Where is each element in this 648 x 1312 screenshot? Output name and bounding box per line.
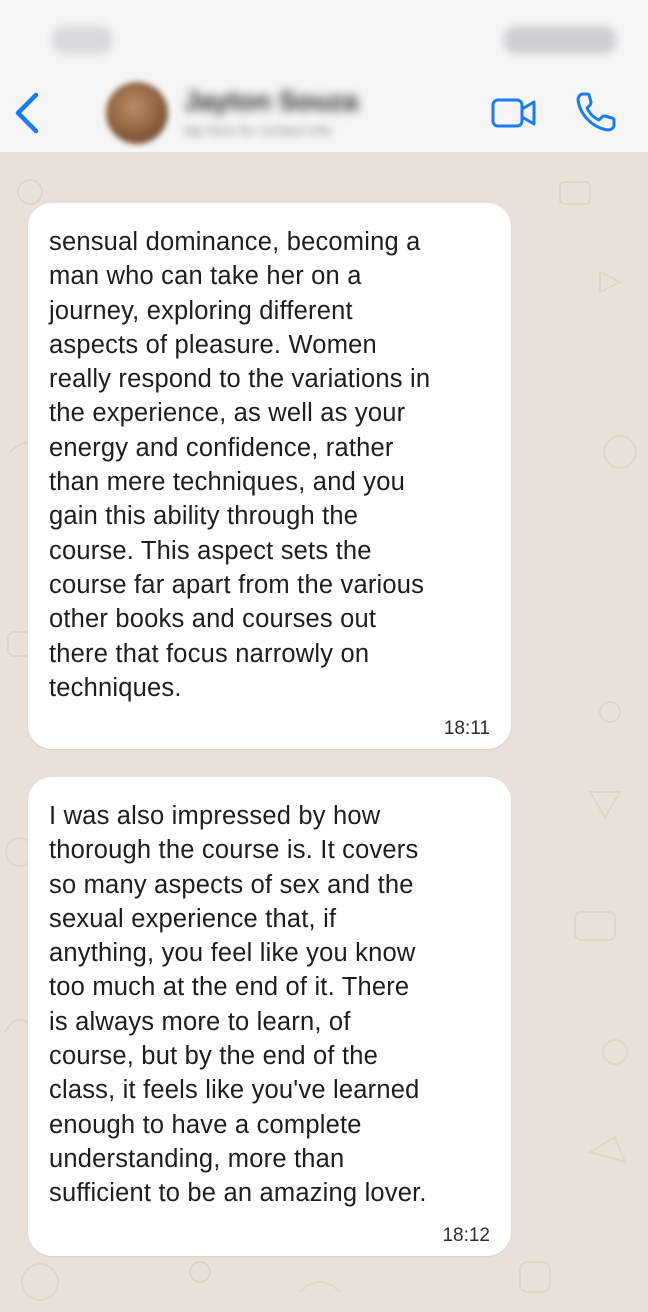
message-timestamp: 18:12	[442, 1225, 490, 1246]
video-call-button[interactable]	[490, 95, 538, 131]
contact-avatar[interactable]	[106, 82, 168, 144]
message-timestamp: 18:11	[443, 718, 490, 739]
voice-call-button[interactable]	[574, 90, 618, 134]
message-bubble[interactable]: I was also impressed by how thorough the…	[28, 777, 511, 1256]
status-bar-time	[52, 26, 112, 54]
video-camera-icon	[491, 98, 536, 128]
back-button[interactable]	[10, 90, 46, 136]
chat-header: Jayton Souza tap here for contact info	[0, 0, 648, 153]
phone-icon	[576, 92, 616, 132]
message-text: I was also impressed by how thorough the…	[49, 802, 427, 1208]
contact-name[interactable]: Jayton Souza	[184, 86, 358, 117]
chat-screen: Jayton Souza tap here for contact info s…	[0, 0, 648, 1312]
chevron-left-icon	[15, 92, 39, 134]
message-text: sensual dominance, becoming a man who ca…	[49, 228, 431, 702]
contact-subtitle[interactable]: tap here for contact info	[184, 122, 331, 138]
status-bar-icons	[504, 26, 616, 54]
message-bubble[interactable]: sensual dominance, becoming a man who ca…	[28, 203, 511, 749]
